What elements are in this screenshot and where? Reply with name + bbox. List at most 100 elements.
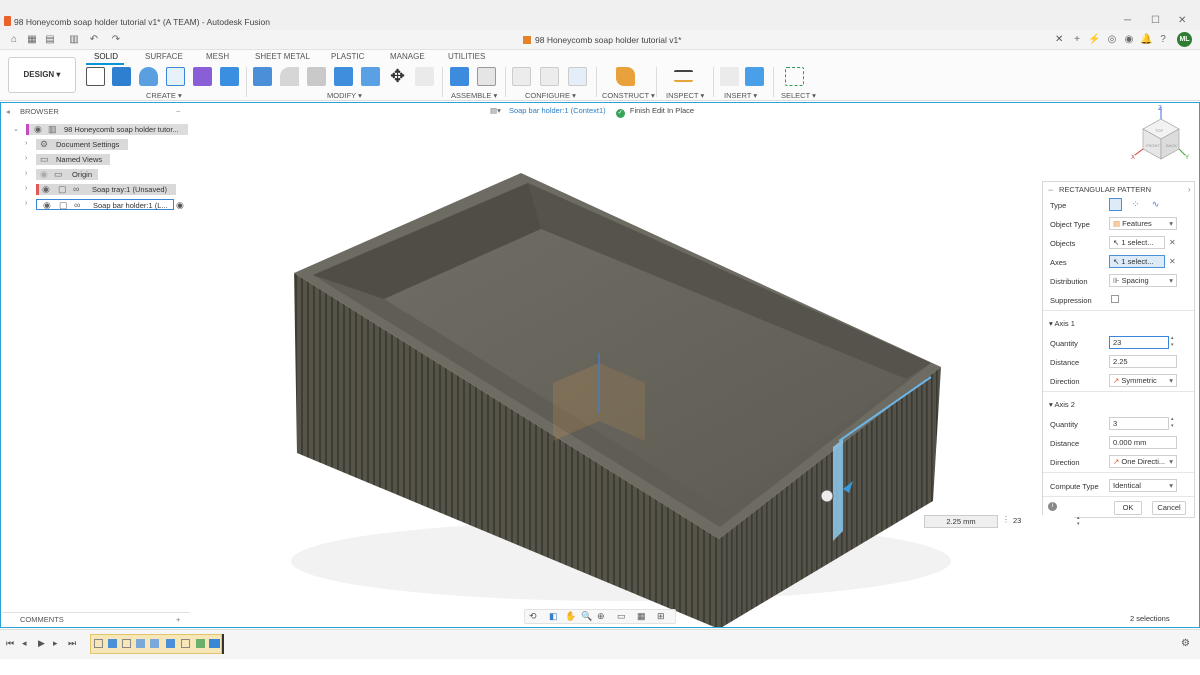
distribution-select[interactable]: ⊪ Spacing ▾ [1109, 274, 1177, 287]
pattern-manipulator-handle[interactable] [820, 489, 834, 503]
browser-minimize-icon[interactable]: − [176, 104, 180, 120]
align-icon[interactable] [415, 67, 434, 86]
fillet-icon[interactable] [280, 67, 299, 86]
insert-canvas-icon[interactable] [745, 67, 764, 86]
theme-icon[interactable] [568, 67, 587, 86]
redo-icon[interactable]: ↷ [110, 34, 122, 46]
design-canvas[interactable]: Z X Y TOP FRONT BACK [0, 102, 1200, 628]
user-avatar[interactable]: ML [1177, 32, 1192, 47]
axis2-quantity-stepper[interactable]: ▴ ▾ [1171, 416, 1174, 430]
extensions-icon[interactable]: ⚡ [1088, 34, 1100, 46]
extrude-icon[interactable] [112, 67, 131, 86]
clear-axes-icon[interactable]: ✕ [1169, 257, 1176, 266]
rectangular-type-icon[interactable] [1109, 198, 1122, 211]
zoom-icon[interactable]: 🔍 [581, 611, 592, 622]
object-type-select[interactable]: ▤ Features ▾ [1109, 217, 1177, 230]
headsup-quantity-stepper[interactable]: ▴ ▾ [1077, 515, 1080, 527]
timeline-sketch-icon[interactable] [181, 639, 190, 648]
assemble-menu[interactable]: ASSEMBLE ▾ [451, 91, 497, 100]
job-status-icon[interactable]: ◉ [1123, 34, 1135, 46]
axis2-distance-input[interactable]: 0.000 mm [1109, 436, 1177, 449]
sweep-icon[interactable] [166, 67, 185, 86]
axes-selector[interactable]: ↖ 1 select... [1109, 255, 1165, 268]
joint-icon[interactable] [477, 67, 496, 86]
select-box-icon[interactable] [785, 67, 804, 86]
display-settings-icon[interactable]: ▭ [617, 611, 626, 622]
axis2-quantity-input[interactable]: 3 [1109, 417, 1169, 430]
home-icon[interactable]: ⌂ [8, 34, 20, 46]
model-viewport[interactable] [1, 103, 1200, 628]
comments-panel[interactable]: COMMENTS + [2, 612, 190, 626]
chevron-right-icon[interactable]: › [25, 200, 27, 207]
view-cube[interactable]: Z X Y TOP FRONT BACK [1129, 103, 1191, 165]
create-sketch-icon[interactable] [86, 67, 105, 86]
browser-root[interactable]: ◉ ▥ 98 Honeycomb soap holder tutor... [26, 124, 188, 135]
window-close-button[interactable]: ✕ [1178, 15, 1186, 26]
combine-icon[interactable] [361, 67, 380, 86]
inspect-menu[interactable]: INSPECT ▾ [666, 91, 704, 100]
compute-type-select[interactable]: Identical ▾ [1109, 479, 1177, 492]
offset-plane-icon[interactable] [616, 67, 635, 86]
press-pull-icon[interactable] [253, 67, 272, 86]
modify-menu[interactable]: MODIFY ▾ [327, 91, 362, 100]
loft-icon[interactable] [193, 67, 212, 86]
tab-surface[interactable]: SURFACE [145, 52, 183, 61]
browser-item-named-views[interactable]: ▭ Named Views [36, 154, 110, 165]
notifications-icon[interactable]: 🔔 [1140, 34, 1152, 46]
timeline-pattern-icon[interactable] [209, 639, 220, 648]
component-icon[interactable]: ▤▾ [490, 106, 501, 115]
look-at-icon[interactable]: ◧ [549, 611, 558, 622]
select-menu[interactable]: SELECT ▾ [781, 91, 816, 100]
chevron-right-icon[interactable]: › [25, 140, 27, 147]
play-icon[interactable]: ▶ [38, 638, 45, 649]
save-icon[interactable]: ▥ [68, 34, 80, 46]
tab-utilities[interactable]: UTILITIES [448, 52, 485, 61]
cancel-button[interactable]: Cancel [1152, 501, 1186, 515]
circular-type-icon[interactable]: ⁘ [1129, 198, 1142, 211]
activate-radio-icon[interactable]: ◉ [176, 200, 184, 211]
go-to-start-icon[interactable]: ⏮ [6, 638, 14, 649]
timeline-feature-icon[interactable] [196, 639, 205, 648]
timeline-feature-icon[interactable] [150, 639, 159, 648]
create-menu[interactable]: CREATE ▾ [146, 91, 182, 100]
timeline-sketch-icon[interactable] [94, 639, 103, 648]
axis1-distance-input[interactable]: 2.25 [1109, 355, 1177, 368]
viewports-icon[interactable]: ⊞ [657, 611, 665, 622]
finish-edit-in-place-button[interactable]: Finish Edit In Place [630, 106, 694, 115]
headsup-distance-input[interactable]: 2.25 mm [924, 515, 998, 528]
path-type-icon[interactable]: ∿ [1149, 198, 1162, 211]
chamfer-icon[interactable] [307, 67, 326, 86]
step-forward-icon[interactable]: ▸ [53, 638, 58, 649]
configure-icon[interactable] [512, 67, 531, 86]
online-status-icon[interactable]: ◎ [1106, 34, 1118, 46]
context-component-name[interactable]: Soap bar holder:1 (Context1) [509, 106, 606, 115]
headsup-quantity-input[interactable]: 23 [1010, 515, 1074, 528]
axis1-direction-select[interactable]: ↗ Symmetric ▾ [1109, 374, 1177, 387]
browser-collapse-icon[interactable]: ◂ [6, 104, 10, 120]
document-tab[interactable]: 98 Honeycomb soap holder tutorial v1* [523, 35, 681, 45]
insert-derive-icon[interactable] [720, 67, 739, 86]
tab-manage[interactable]: MANAGE [390, 52, 425, 61]
timeline-sketch-icon[interactable] [122, 639, 131, 648]
eye-hidden-icon[interactable]: ◉ [40, 169, 48, 180]
grid-settings-icon[interactable]: ▦ [637, 611, 646, 622]
expand-icon[interactable]: › [1188, 185, 1191, 194]
orbit-icon[interactable]: ⟲ [529, 611, 537, 622]
grid-menu-icon[interactable]: ▦ [26, 34, 38, 46]
timeline-settings-icon[interactable]: ⚙ [1181, 638, 1190, 649]
chevron-down-icon[interactable]: ⌄ [13, 125, 19, 133]
chevron-right-icon[interactable]: › [25, 170, 27, 177]
new-tab-icon[interactable]: + [1071, 34, 1083, 46]
suppression-checkbox[interactable] [1111, 295, 1119, 303]
measure-icon[interactable] [674, 70, 693, 82]
eye-icon[interactable]: ◉ [43, 200, 51, 211]
ok-button[interactable]: OK [1114, 501, 1142, 515]
configure-menu[interactable]: CONFIGURE ▾ [525, 91, 576, 100]
finish-check-icon[interactable]: ✓ [615, 109, 625, 118]
browser-item-document-settings[interactable]: ⚙ Document Settings [36, 139, 128, 150]
browser-item-origin[interactable]: ◉ ▭ Origin [36, 169, 98, 180]
chevron-right-icon[interactable]: › [25, 155, 27, 162]
maximize-button[interactable]: ☐ [1151, 15, 1160, 26]
insert-menu[interactable]: INSERT ▾ [724, 91, 757, 100]
timeline-feature-icon[interactable] [166, 639, 175, 648]
